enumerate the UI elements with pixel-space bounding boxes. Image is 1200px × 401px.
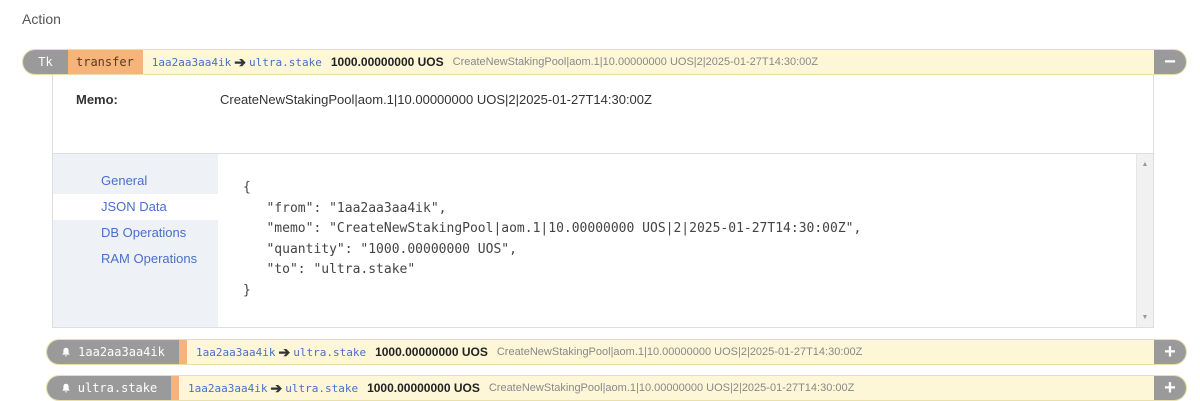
action-summary: 1aa2aa3aa4ik ➔ ultra.stake 1000.00000000… xyxy=(143,50,1154,74)
tab-ram-operations[interactable]: RAM Operations xyxy=(53,246,218,272)
arrow-right-icon: ➔ xyxy=(278,343,291,360)
expand-button[interactable]: + xyxy=(1154,376,1186,400)
notification-summary: 1aa2aa3aa4ik ➔ ultra.stake 1000.00000000… xyxy=(179,376,1154,400)
notification-marker xyxy=(171,376,179,400)
tab-general[interactable]: General xyxy=(53,168,218,194)
json-line: { xyxy=(243,180,251,195)
action-badge-label: Tk xyxy=(38,55,53,69)
json-line: "to": "ultra.stake" xyxy=(243,262,416,277)
collapse-button[interactable]: − xyxy=(1154,50,1186,74)
from-account-link[interactable]: 1aa2aa3aa4ik xyxy=(152,56,231,69)
transfer-amount: 1000.00000000 UOS xyxy=(330,55,444,69)
from-account-link[interactable]: 1aa2aa3aa4ik xyxy=(188,382,267,395)
scroll-down-icon[interactable]: ▼ xyxy=(1137,309,1153,325)
action-badge: Tk xyxy=(23,50,68,74)
notification-marker xyxy=(179,340,187,364)
tab-json-data[interactable]: JSON Data xyxy=(53,194,218,220)
tab-db-operations[interactable]: DB Operations xyxy=(53,220,218,246)
json-line: "quantity": "1000.00000000 UOS", xyxy=(243,241,517,257)
memo-label: Memo: xyxy=(76,92,118,107)
scroll-up-icon[interactable]: ▲ xyxy=(1137,156,1153,172)
section-title: Action xyxy=(22,11,61,27)
bell-icon xyxy=(61,383,70,393)
to-account-link[interactable]: ultra.stake xyxy=(249,56,322,69)
detail-tabs-area: General JSON Data DB Operations RAM Oper… xyxy=(53,153,1153,327)
action-detail-panel: Memo: CreateNewStakingPool|aom.1|10.0000… xyxy=(52,75,1154,328)
json-line: "memo": "CreateNewStakingPool|aom.1|10.0… xyxy=(243,221,862,236)
action-name: transfer xyxy=(76,55,134,69)
action-name-tag: transfer xyxy=(68,50,143,74)
json-line: "from": "1aa2aa3aa4ik", xyxy=(243,200,447,216)
transfer-amount: 1000.00000000 UOS xyxy=(367,381,480,395)
arrow-right-icon: ➔ xyxy=(234,53,247,70)
json-data-view: { "from": "1aa2aa3aa4ik", "memo": "Creat… xyxy=(218,154,1136,327)
memo-value: CreateNewStakingPool|aom.1|10.00000000 U… xyxy=(220,92,652,107)
notification-summary: 1aa2aa3aa4ik ➔ ultra.stake 1000.00000000… xyxy=(187,340,1154,364)
notification-account: ultra.stake xyxy=(77,381,158,395)
action-bar[interactable]: Tk transfer 1aa2aa3aa4ik ➔ ultra.stake 1… xyxy=(22,49,1187,75)
memo-row: Memo: CreateNewStakingPool|aom.1|10.0000… xyxy=(53,75,1153,153)
to-account-link[interactable]: ultra.stake xyxy=(285,382,358,395)
detail-side-nav: General JSON Data DB Operations RAM Oper… xyxy=(53,154,218,327)
transfer-amount: 1000.00000000 UOS xyxy=(375,345,488,359)
notification-account-pill: 1aa2aa3aa4ik xyxy=(47,340,179,364)
transfer-memo: CreateNewStakingPool|aom.1|10.00000000 U… xyxy=(452,56,819,68)
transfer-memo: CreateNewStakingPool|aom.1|10.00000000 U… xyxy=(496,346,863,358)
to-account-link[interactable]: ultra.stake xyxy=(293,346,366,359)
transfer-memo: CreateNewStakingPool|aom.1|10.00000000 U… xyxy=(488,382,855,394)
notification-account-pill: ultra.stake xyxy=(47,376,171,400)
notification-account: 1aa2aa3aa4ik xyxy=(78,345,165,359)
json-scrollbar[interactable]: ▲ ▼ xyxy=(1136,154,1153,327)
notification-bar[interactable]: 1aa2aa3aa4ik 1aa2aa3aa4ik ➔ ultra.stake … xyxy=(46,339,1187,365)
notification-bar[interactable]: ultra.stake 1aa2aa3aa4ik ➔ ultra.stake 1… xyxy=(46,375,1187,401)
expand-button[interactable]: + xyxy=(1154,340,1186,364)
arrow-right-icon: ➔ xyxy=(270,379,283,396)
bell-icon xyxy=(62,347,70,357)
json-line: } xyxy=(243,282,251,298)
from-account-link[interactable]: 1aa2aa3aa4ik xyxy=(196,346,275,359)
